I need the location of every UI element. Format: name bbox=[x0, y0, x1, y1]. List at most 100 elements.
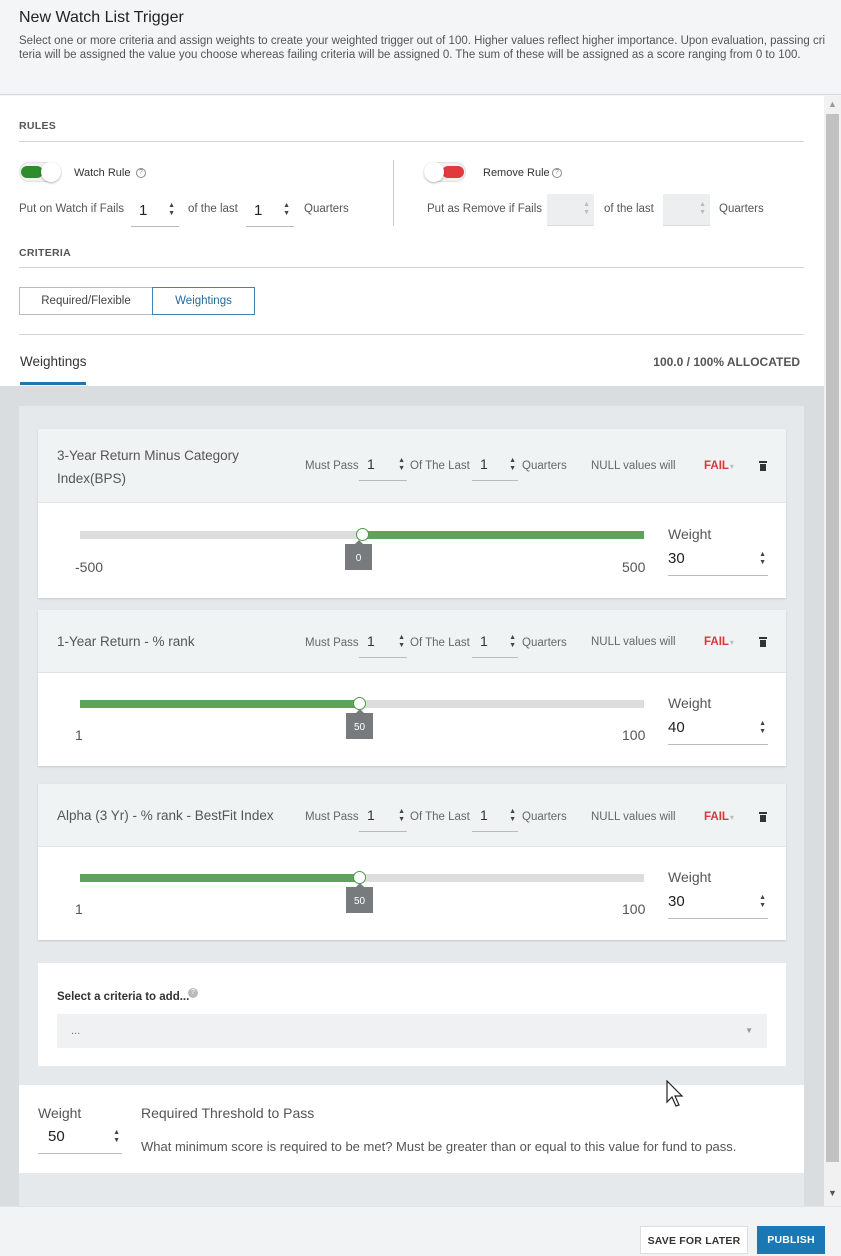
stepper-arrows-icon[interactable]: ▲ ▼ bbox=[699, 201, 706, 217]
threshold-weight-stepper[interactable]: 50 ▲ ▼ bbox=[38, 1124, 122, 1154]
toggle-knob bbox=[41, 162, 61, 182]
dialog-description: Select one or more criteria and assign w… bbox=[19, 35, 826, 61]
weight-slider[interactable]: 50 bbox=[80, 871, 644, 913]
quarters-label: Quarters bbox=[522, 637, 567, 649]
divider bbox=[19, 334, 804, 335]
quarters-label: Quarters bbox=[522, 811, 567, 823]
watch-last-stepper[interactable]: 1 ▲ ▼ bbox=[246, 195, 294, 227]
stepper-arrows-icon[interactable]: ▲ ▼ bbox=[759, 551, 766, 567]
tab-required-flexible[interactable]: Required/Flexible bbox=[19, 287, 153, 315]
of-the-last-label: Of The Last bbox=[410, 811, 470, 823]
of-the-last-stepper[interactable]: 1 ▲ ▼ bbox=[472, 802, 518, 832]
weight-slider[interactable]: 50 bbox=[80, 697, 644, 739]
stepper-value: 1 bbox=[367, 456, 375, 472]
stepper-value: 30 bbox=[668, 550, 685, 567]
tab-weightings[interactable]: Weightings bbox=[152, 287, 255, 315]
remove-prefix: Put as Remove if Fails bbox=[427, 203, 543, 215]
criteria-title: 3-Year Return Minus Category Index(BPS) bbox=[57, 448, 239, 486]
criteria-card-header: 3-Year Return Minus Category Index(BPS) … bbox=[38, 429, 786, 503]
null-action-dropdown[interactable]: FAIL bbox=[704, 811, 734, 823]
stepper-arrows-icon[interactable]: ▲ ▼ bbox=[398, 457, 405, 473]
remove-rule-toggle[interactable] bbox=[424, 162, 466, 182]
stepper-arrows-icon[interactable]: ▲ ▼ bbox=[509, 634, 516, 650]
slider-value-tooltip: 50 bbox=[346, 709, 373, 739]
of-the-last-stepper[interactable]: 1 ▲ ▼ bbox=[472, 628, 518, 658]
trash-icon[interactable] bbox=[759, 637, 767, 647]
null-action-dropdown[interactable]: FAIL bbox=[704, 460, 734, 472]
null-values-label: NULL values will bbox=[591, 460, 676, 472]
add-criteria-select[interactable]: ... ▼ bbox=[57, 1014, 767, 1048]
stepper-arrows-icon[interactable]: ▲ ▼ bbox=[759, 894, 766, 910]
help-icon[interactable]: ? bbox=[136, 168, 146, 178]
stepper-value: 40 bbox=[668, 719, 685, 736]
stepper-value: 1 bbox=[480, 456, 488, 472]
dialog-body: RULES Watch Rule ? Put on Watch if Fails… bbox=[0, 96, 824, 1206]
criteria-card: 1-Year Return - % rank Must Pass 1 ▲ ▼ Of… bbox=[38, 610, 786, 766]
stepper-arrows-icon[interactable]: ▲ ▼ bbox=[398, 634, 405, 650]
dialog-footer: SAVE FOR LATER PUBLISH bbox=[0, 1206, 841, 1256]
stepper-arrows-icon[interactable]: ▲ ▼ bbox=[583, 201, 590, 217]
rules-section: RULES Watch Rule ? Put on Watch if Fails… bbox=[0, 96, 824, 386]
vertical-divider bbox=[393, 160, 394, 226]
slider-value-tooltip: 50 bbox=[346, 883, 373, 913]
stepper-arrows-icon[interactable]: ▲ ▼ bbox=[283, 202, 290, 218]
toggle-knob bbox=[424, 162, 444, 182]
trash-icon[interactable] bbox=[759, 812, 767, 822]
weightings-tab[interactable]: Weightings bbox=[20, 354, 87, 369]
null-values-label: NULL values will bbox=[591, 811, 676, 823]
dialog-title: New Watch List Trigger bbox=[19, 9, 184, 26]
help-icon[interactable]: ? bbox=[552, 168, 562, 178]
weightings-panel: 3-Year Return Minus Category Index(BPS) … bbox=[19, 406, 804, 1206]
allocation-status: 100.0 / 100% ALLOCATED bbox=[653, 355, 800, 369]
stepper-value: 1 bbox=[254, 202, 263, 219]
slider-min: -500 bbox=[75, 559, 104, 575]
divider bbox=[19, 141, 804, 142]
watch-rule-label: Watch Rule bbox=[74, 167, 131, 179]
divider bbox=[19, 267, 804, 268]
of-the-last-label: Of The Last bbox=[410, 460, 470, 472]
slider-fill bbox=[80, 700, 359, 708]
weight-slider[interactable]: 0 bbox=[80, 528, 644, 570]
stepper-arrows-icon[interactable]: ▲ ▼ bbox=[759, 720, 766, 736]
watch-rule-toggle[interactable] bbox=[19, 162, 61, 182]
null-action-dropdown[interactable]: FAIL bbox=[704, 636, 734, 648]
help-icon[interactable]: ? bbox=[188, 988, 198, 998]
threshold-title: Required Threshold to Pass bbox=[141, 1105, 315, 1121]
stepper-value: 1 bbox=[139, 202, 148, 219]
slider-min: 1 bbox=[75, 727, 83, 743]
scroll-up-icon[interactable]: ▲ bbox=[828, 99, 837, 109]
trash-icon[interactable] bbox=[759, 461, 767, 471]
slider-max: 500 bbox=[622, 559, 646, 575]
must-pass-stepper[interactable]: 1 ▲ ▼ bbox=[359, 628, 407, 658]
save-for-later-button[interactable]: SAVE FOR LATER bbox=[640, 1226, 748, 1254]
remove-last-stepper[interactable]: ▲ ▼ bbox=[663, 194, 710, 226]
stepper-arrows-icon[interactable]: ▲ ▼ bbox=[113, 1129, 120, 1145]
rules-label: RULES bbox=[19, 120, 57, 132]
toggle-track bbox=[442, 166, 464, 178]
vertical-scrollbar[interactable]: ▲ ▼ bbox=[824, 96, 841, 1206]
weight-stepper[interactable]: 30 ▲ ▼ bbox=[668, 546, 768, 576]
criteria-card-header: 1-Year Return - % rank Must Pass 1 ▲ ▼ Of… bbox=[38, 610, 786, 673]
threshold-weight-label: Weight bbox=[38, 1105, 82, 1121]
slider-max: 100 bbox=[622, 901, 646, 917]
criteria-title: 1-Year Return - % rank bbox=[57, 634, 195, 649]
must-pass-stepper[interactable]: 1 ▲ ▼ bbox=[359, 451, 407, 481]
criteria-label: CRITERIA bbox=[19, 247, 71, 259]
weight-stepper[interactable]: 40 ▲ ▼ bbox=[668, 715, 768, 745]
weight-stepper[interactable]: 30 ▲ ▼ bbox=[668, 889, 768, 919]
scrollbar-thumb[interactable] bbox=[826, 114, 839, 1162]
stepper-arrows-icon[interactable]: ▲ ▼ bbox=[509, 808, 516, 824]
weight-label: Weight bbox=[668, 695, 712, 711]
stepper-arrows-icon[interactable]: ▲ ▼ bbox=[509, 457, 516, 473]
publish-button[interactable]: PUBLISH bbox=[757, 1226, 825, 1254]
slider-fill bbox=[80, 874, 359, 882]
must-pass-stepper[interactable]: 1 ▲ ▼ bbox=[359, 802, 407, 832]
stepper-arrows-icon[interactable]: ▲ ▼ bbox=[398, 808, 405, 824]
of-the-last-stepper[interactable]: 1 ▲ ▼ bbox=[472, 451, 518, 481]
watch-fails-stepper[interactable]: 1 ▲ ▼ bbox=[131, 195, 179, 227]
stepper-arrows-icon[interactable]: ▲ ▼ bbox=[168, 202, 175, 218]
remove-fails-stepper[interactable]: ▲ ▼ bbox=[547, 194, 594, 226]
mouse-cursor-icon bbox=[666, 1080, 684, 1107]
active-tab-indicator bbox=[20, 382, 86, 385]
scroll-down-icon[interactable]: ▼ bbox=[828, 1188, 837, 1198]
